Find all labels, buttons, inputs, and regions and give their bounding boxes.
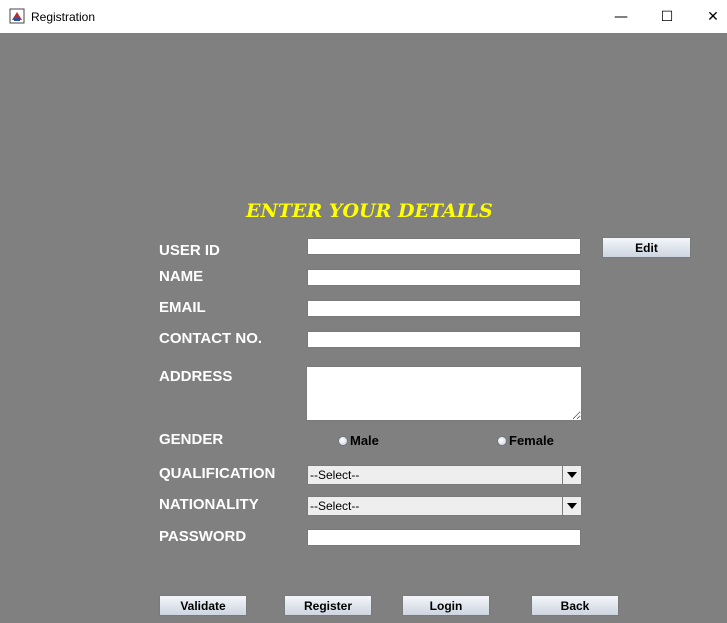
- contact-label: CONTACT NO.: [159, 330, 263, 347]
- java-app-icon: [9, 8, 25, 24]
- maximize-button[interactable]: ☐: [644, 0, 690, 33]
- window-titlebar[interactable]: Registration — ☐ ✕: [0, 0, 727, 33]
- password-label: PASSWORD: [159, 528, 247, 545]
- validate-button[interactable]: Validate: [159, 595, 247, 616]
- address-label: ADDRESS: [159, 368, 233, 385]
- name-field[interactable]: [307, 269, 581, 286]
- close-icon: ✕: [707, 8, 719, 25]
- triangle-down-icon: [567, 472, 577, 478]
- close-button[interactable]: ✕: [690, 0, 727, 33]
- email-field[interactable]: [307, 300, 581, 317]
- triangle-down-icon: [567, 503, 577, 509]
- login-button[interactable]: Login: [402, 595, 490, 616]
- gender-female-label: Female: [509, 433, 554, 448]
- dropdown-button[interactable]: [562, 466, 581, 484]
- minimize-icon: —: [614, 8, 628, 25]
- maximize-icon: ☐: [660, 8, 674, 25]
- edit-button[interactable]: Edit: [602, 237, 691, 258]
- dropdown-button[interactable]: [562, 497, 581, 515]
- nationality-label: NATIONALITY: [159, 496, 259, 513]
- gender-male-label: Male: [350, 433, 379, 448]
- gender-female-radio[interactable]: Female: [497, 433, 554, 448]
- window-title: Registration: [31, 10, 96, 24]
- qualification-selected-value: --Select--: [310, 468, 360, 482]
- address-textarea[interactable]: [306, 366, 582, 421]
- user-id-field[interactable]: [307, 238, 581, 255]
- qualification-combobox[interactable]: --Select--: [307, 465, 582, 485]
- contact-field[interactable]: [307, 331, 581, 348]
- gender-male-radio[interactable]: Male: [338, 433, 379, 448]
- qualification-label: QUALIFICATION: [159, 465, 276, 482]
- register-button[interactable]: Register: [284, 595, 372, 616]
- gender-label: GENDER: [159, 431, 224, 448]
- user-id-label: USER ID: [159, 242, 220, 259]
- radio-unselected-icon: [497, 435, 507, 446]
- radio-unselected-icon: [338, 435, 348, 446]
- password-field[interactable]: [307, 529, 581, 546]
- nationality-selected-value: --Select--: [310, 499, 360, 513]
- name-label: NAME: [159, 268, 204, 285]
- email-label: EMAIL: [159, 299, 206, 316]
- back-button[interactable]: Back: [531, 595, 619, 616]
- form-heading: ENTER YOUR DETAILS: [246, 200, 493, 222]
- nationality-combobox[interactable]: --Select--: [307, 496, 582, 516]
- minimize-button[interactable]: —: [598, 0, 644, 33]
